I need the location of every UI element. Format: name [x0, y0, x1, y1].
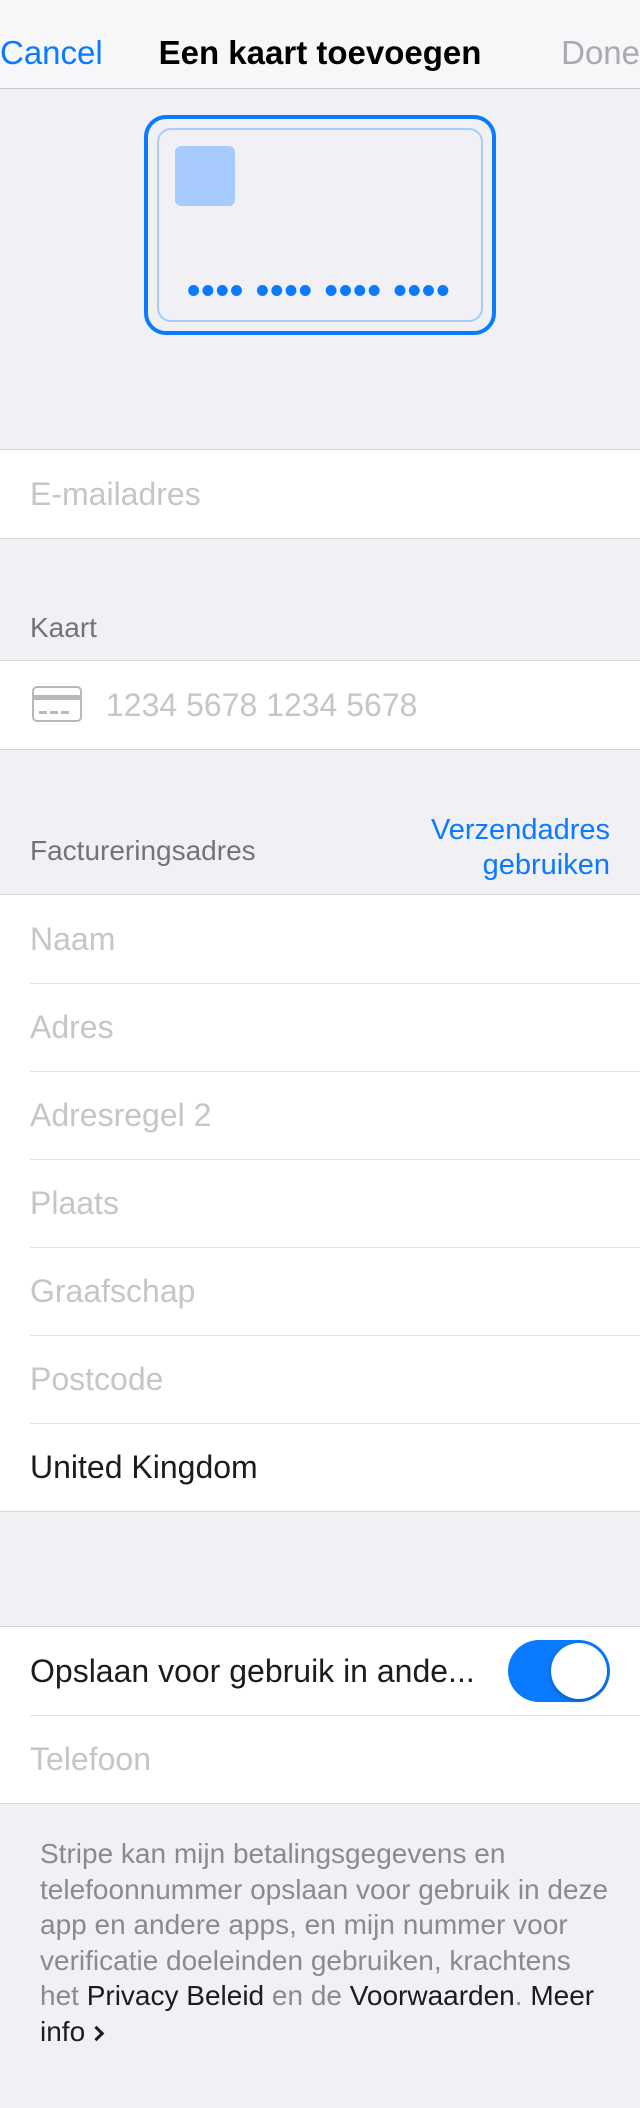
card-group: 1234 5678 1234 5678 — [0, 660, 640, 750]
credit-card-icon — [32, 686, 82, 722]
address-field[interactable]: Adres — [0, 983, 640, 1071]
done-button[interactable]: Done — [561, 34, 640, 72]
cancel-button[interactable]: Cancel — [0, 34, 103, 72]
county-field[interactable]: Graafschap — [0, 1247, 640, 1335]
save-group: Opslaan voor gebruik in ande... Telefoon — [0, 1626, 640, 1804]
card-number-placeholder: 1234 5678 1234 5678 — [106, 687, 418, 723]
disclaimer-text-3: . — [514, 1980, 531, 2011]
billing-section-label: Factureringsadres — [30, 835, 256, 866]
email-group: E-mailadres — [0, 449, 640, 539]
postcode-field[interactable]: Postcode — [0, 1335, 640, 1423]
disclaimer-text-2: en de — [264, 1980, 350, 2011]
name-field[interactable]: Naam — [0, 895, 640, 983]
save-toggle[interactable] — [508, 1640, 610, 1702]
save-for-other-apps-label: Opslaan voor gebruik in ande... — [30, 1653, 475, 1689]
country-field[interactable]: United Kingdom — [0, 1423, 640, 1511]
address-line-2-placeholder: Adresregel 2 — [30, 1097, 212, 1133]
navigation-bar: Een kaart toevoegen Cancel Done — [0, 0, 640, 89]
phone-placeholder: Telefoon — [30, 1741, 151, 1777]
card-chip-icon — [175, 146, 235, 206]
card-number-mask: •••• •••• •••• •••• — [187, 270, 451, 312]
city-placeholder: Plaats — [30, 1185, 119, 1221]
address-placeholder: Adres — [30, 1009, 114, 1045]
email-placeholder: E-mailadres — [30, 476, 201, 512]
use-shipping-address-link[interactable]: Verzendadres gebruiken — [431, 813, 610, 883]
card-inner-outline: •••• •••• •••• •••• — [157, 128, 483, 322]
city-field[interactable]: Plaats — [0, 1159, 640, 1247]
name-placeholder: Naam — [30, 921, 116, 957]
email-field[interactable]: E-mailadres — [0, 450, 640, 538]
county-placeholder: Graafschap — [30, 1273, 196, 1309]
terms-link[interactable]: Voorwaarden — [350, 1980, 515, 2011]
save-for-other-apps-row: Opslaan voor gebruik in ande... — [0, 1627, 640, 1715]
phone-field[interactable]: Telefoon — [0, 1715, 640, 1803]
card-section-label: Kaart — [30, 612, 97, 643]
postcode-placeholder: Postcode — [30, 1361, 164, 1397]
card-illustration: •••• •••• •••• •••• — [144, 115, 496, 335]
toggle-knob — [551, 1643, 607, 1699]
privacy-policy-link[interactable]: Privacy Beleid — [87, 1980, 264, 2011]
chevron-right-icon — [88, 2025, 105, 2041]
card-number-field[interactable]: 1234 5678 1234 5678 — [0, 661, 640, 749]
address-line-2-field[interactable]: Adresregel 2 — [0, 1071, 640, 1159]
country-value: United Kingdom — [30, 1449, 258, 1485]
use-shipping-line-2: gebruiken — [482, 849, 610, 881]
stripe-disclaimer: Stripe kan mijn betalingsgegevens en tel… — [40, 1836, 610, 2049]
use-shipping-line-1: Verzendadres — [431, 814, 610, 846]
billing-group: Naam Adres Adresregel 2 Plaats Graafscha… — [0, 894, 640, 1512]
